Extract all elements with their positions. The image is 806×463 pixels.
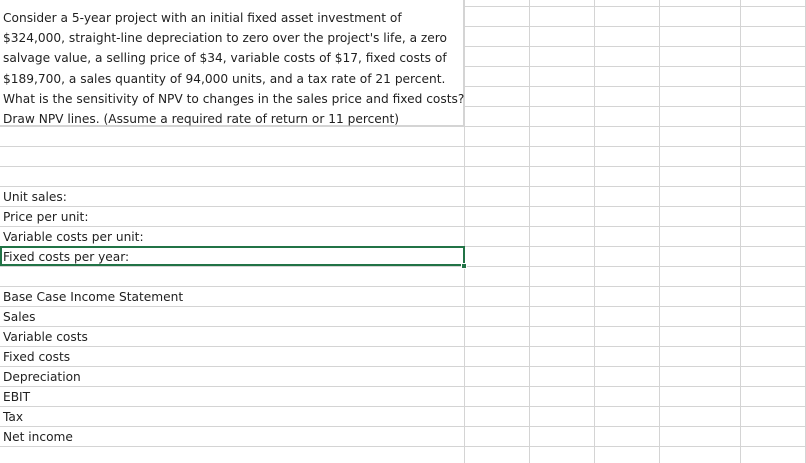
row-divider xyxy=(464,86,806,87)
row-divider xyxy=(464,66,806,67)
column-divider xyxy=(740,0,741,463)
column-divider xyxy=(659,0,660,463)
column-divider xyxy=(594,0,595,463)
problem-merged-cell[interactable]: Consider a 5-year project with an initia… xyxy=(0,0,464,126)
row-divider xyxy=(464,46,806,47)
ebit-label[interactable]: EBIT xyxy=(3,387,30,407)
price-per-unit-label[interactable]: Price per unit: xyxy=(3,207,88,227)
fill-handle[interactable] xyxy=(461,263,467,269)
row-divider xyxy=(0,146,806,147)
row-divider xyxy=(464,106,806,107)
row-divider xyxy=(0,406,806,407)
row-divider xyxy=(0,426,806,427)
sales-label[interactable]: Sales xyxy=(3,307,35,327)
unit-sales-label[interactable]: Unit sales: xyxy=(3,187,67,207)
depreciation-label[interactable]: Depreciation xyxy=(3,367,81,387)
problem-text: Consider a 5-year project with an initia… xyxy=(3,11,465,127)
tax-label[interactable]: Tax xyxy=(3,407,23,427)
row-divider xyxy=(0,446,806,447)
fixed-costs-label[interactable]: Fixed costs xyxy=(3,347,70,367)
variable-costs-per-unit-label[interactable]: Variable costs per unit: xyxy=(3,227,144,247)
selected-cell-outline[interactable] xyxy=(0,246,465,266)
row-divider xyxy=(0,326,806,327)
net-income-label[interactable]: Net income xyxy=(3,427,73,447)
row-divider xyxy=(0,166,806,167)
row-divider xyxy=(464,26,806,27)
row-divider xyxy=(0,366,806,367)
row-divider xyxy=(0,346,806,347)
row-divider xyxy=(0,186,806,187)
row-divider xyxy=(0,386,806,387)
income-statement-title[interactable]: Base Case Income Statement xyxy=(3,287,183,307)
row-divider xyxy=(464,6,806,7)
row-divider xyxy=(0,206,806,207)
variable-costs-label[interactable]: Variable costs xyxy=(3,327,88,347)
column-divider xyxy=(529,0,530,463)
